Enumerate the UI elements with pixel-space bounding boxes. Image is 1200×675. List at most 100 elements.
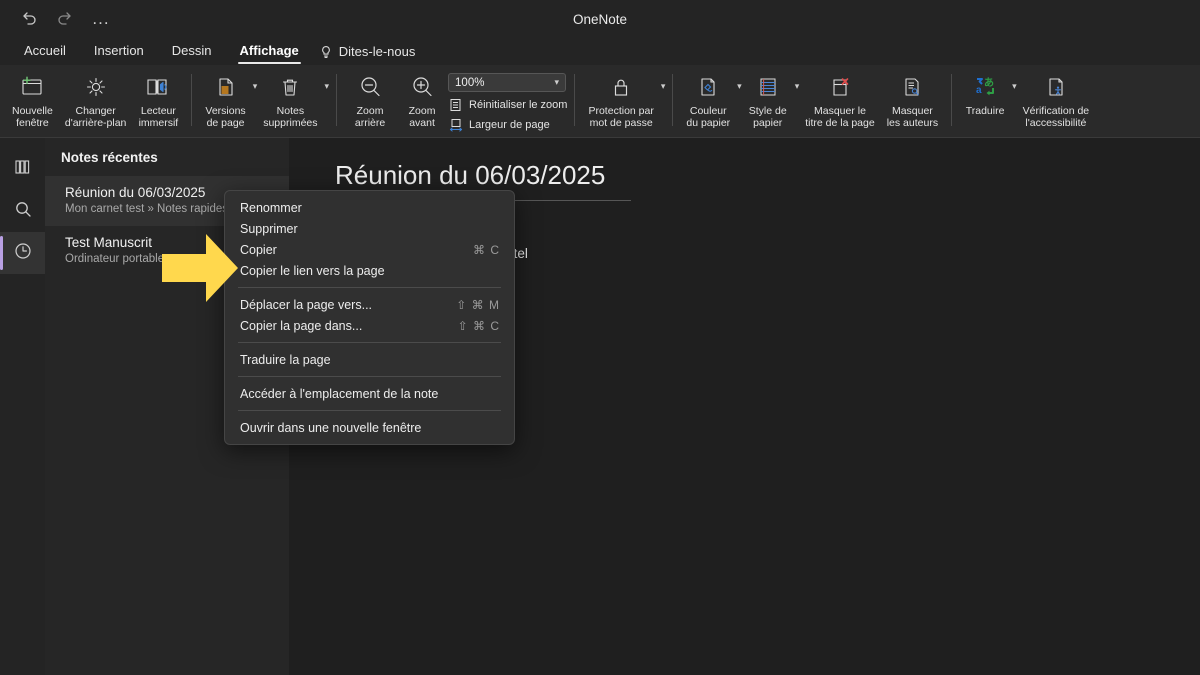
paper-color-icon [696,72,720,102]
password-protection-label: Protection par mot de passe [588,105,654,129]
menu-item-copy-page-link[interactable]: Copier le lien vers la page [225,260,514,281]
svg-text:あ: あ [984,76,994,89]
hide-page-title-button[interactable]: Masquer le titre de la page [799,68,880,129]
tab-insertion[interactable]: Insertion [80,40,158,63]
ribbon-group-protection: Protection par mot de passe ▾ [582,68,665,136]
menu-item-go-to-note-location[interactable]: Accéder à l'emplacement de la note [225,383,514,404]
ribbon-group-language: a あ Traduire ▾ Vérification de l'accessi… [959,68,1095,136]
menu-item-delete[interactable]: Supprimer [225,218,514,239]
menu-item-label: Supprimer [240,221,298,236]
password-protection-button[interactable]: Protection par mot de passe ▾ [582,68,665,129]
hide-authors-button[interactable]: Masquer les auteurs [881,68,944,129]
main-body: Notes récentes Réunion du 06/03/2025 Mon… [0,138,1200,675]
page-versions-label: Versions de page [205,105,246,129]
change-background-button[interactable]: Changer d'arrière-plan [59,68,133,129]
zoom-in-label: Zoom avant [408,105,436,129]
paper-style-button[interactable]: Style de papier ▾ [742,68,799,129]
tab-dessin[interactable]: Dessin [158,40,226,63]
accessibility-checker-label: Vérification de l'accessibilité [1022,105,1090,129]
deleted-notes-icon [278,72,302,102]
navigation-rail [0,138,45,675]
sidebar-item-notebooks[interactable] [0,148,45,190]
tell-me-button[interactable]: Dites-le-nous [313,44,416,59]
menu-item-label: Copier le lien vers la page [240,263,385,278]
translate-icon: a あ [972,72,998,102]
ribbon-separator [336,74,338,126]
zoom-level-value: 100% [455,76,485,89]
immersive-reader-label: Lecteur immersif [138,105,179,129]
hide-authors-icon [900,72,924,102]
more-icon[interactable]: ... [90,8,112,30]
chevron-down-icon[interactable]: ▾ [555,77,560,88]
deleted-notes-button[interactable]: Notes supprimées ▾ [257,68,329,129]
new-window-label: Nouvelle fenêtre [12,105,53,129]
accessibility-checker-button[interactable]: Vérification de l'accessibilité [1017,68,1096,129]
ribbon-separator [951,74,953,126]
tab-affichage[interactable]: Affichage [226,40,313,64]
hide-authors-label: Masquer les auteurs [886,105,939,129]
ribbon-tabs: Accueil Insertion Dessin Affichage Dites… [0,38,1200,65]
page-versions-icon [214,72,238,102]
ribbon: Nouvelle fenêtre Changer d'arrière-plan [0,65,1200,138]
search-icon [13,199,33,224]
app-title: OneNote [572,11,628,27]
onenote-window: ... OneNote Accueil Insertion Dessin Aff… [0,0,1200,675]
reset-zoom-button[interactable]: Réinitialiser le zoom [448,97,567,112]
svg-text:a: a [976,85,982,96]
translate-button[interactable]: a あ Traduire ▾ [959,68,1017,118]
paper-style-icon [756,72,780,102]
menu-divider [238,342,501,343]
sidebar-item-recent[interactable] [0,232,45,274]
redo-icon[interactable] [54,8,76,30]
undo-icon[interactable] [18,8,40,30]
menu-item-label: Copier la page dans... [240,318,363,333]
menu-item-copy[interactable]: Copier ⌘ C [225,239,514,260]
menu-item-translate-page[interactable]: Traduire la page [225,349,514,370]
menu-item-shortcut: ⇧ ⌘ C [457,318,500,333]
immersive-reader-button[interactable]: Lecteur immersif [132,68,184,129]
new-window-button[interactable]: Nouvelle fenêtre [6,68,59,129]
reset-zoom-label: Réinitialiser le zoom [469,98,568,111]
zoom-in-button[interactable]: Zoom avant [396,68,448,129]
menu-item-label: Ouvrir dans une nouvelle fenêtre [240,420,422,435]
chevron-down-icon[interactable]: ▾ [325,81,330,92]
page-context-menu: Renommer Supprimer Copier ⌘ C Copier le … [224,190,515,445]
menu-item-open-in-new-window[interactable]: Ouvrir dans une nouvelle fenêtre [225,417,514,438]
zoom-controls: 100% ▾ Réinitialiser le zoom Largeur de … [448,68,567,132]
new-window-icon [19,72,45,102]
menu-item-label: Copier [240,242,277,257]
deleted-notes-label: Notes supprimées [263,105,318,129]
paper-color-label: Couleur du papier [686,105,731,129]
hide-page-title-icon [828,72,852,102]
zoom-out-label: Zoom arrière [354,105,386,129]
menu-item-copy-page-to[interactable]: Copier la page dans... ⇧ ⌘ C [225,315,514,336]
tell-me-label: Dites-le-nous [338,44,416,59]
tab-accueil[interactable]: Accueil [10,40,80,63]
menu-item-shortcut: ⇧ ⌘ M [456,297,500,312]
page-width-button[interactable]: Largeur de page [448,117,567,132]
menu-divider [238,287,501,288]
zoom-out-icon [357,72,383,102]
immersive-reader-icon [144,72,172,102]
page-width-label: Largeur de page [469,118,550,131]
highlight-arrow [160,232,240,309]
lightbulb-icon [319,45,333,59]
menu-item-move-page-to[interactable]: Déplacer la page vers... ⇧ ⌘ M [225,294,514,315]
change-background-label: Changer d'arrière-plan [64,105,127,129]
menu-item-rename[interactable]: Renommer [225,197,514,218]
page-versions-button[interactable]: Versions de page ▾ [199,68,257,129]
recent-icon [13,241,33,266]
zoom-level-select[interactable]: 100% ▾ [448,73,567,92]
ribbon-group-zoom: Zoom arrière Zoom avant 100% ▾ Réinitial… [344,68,567,136]
ribbon-group-view: Nouvelle fenêtre Changer d'arrière-plan [6,68,184,136]
menu-item-label: Traduire la page [240,352,331,367]
zoom-out-button[interactable]: Zoom arrière [344,68,396,129]
sidebar-item-search[interactable] [0,190,45,232]
menu-divider [238,376,501,377]
password-protection-icon [609,72,633,102]
zoom-in-icon [409,72,435,102]
hide-page-title-label: Masquer le titre de la page [805,105,875,129]
chevron-down-icon[interactable]: ▾ [661,81,666,92]
reset-zoom-icon [448,97,463,112]
paper-color-button[interactable]: Couleur du papier ▾ [680,68,742,129]
